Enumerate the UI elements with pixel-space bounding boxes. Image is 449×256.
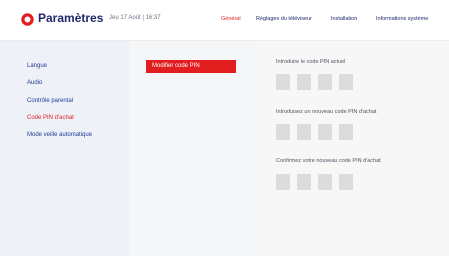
- new-pin-digit-4[interactable]: [339, 124, 353, 140]
- new-pin-label: Introduisez un nouveau code PIN d'achat: [276, 109, 377, 115]
- tab-installation[interactable]: Installation: [331, 16, 357, 22]
- confirm-pin-digit-2[interactable]: [297, 174, 311, 190]
- confirm-pin-digit-3[interactable]: [318, 174, 332, 190]
- current-pin-digit-1[interactable]: [276, 74, 290, 90]
- current-pin-label: Introduire le code PIN actuel: [276, 59, 346, 65]
- submenu-panel: [129, 41, 259, 256]
- new-pin-digit-1[interactable]: [276, 124, 290, 140]
- new-pin-digit-3[interactable]: [318, 124, 332, 140]
- sidebar: [0, 41, 129, 256]
- sidebar-item-parental-control[interactable]: Contrôle parental: [27, 98, 73, 104]
- datetime-label: Jeu 17 Août | 16:37: [109, 15, 161, 21]
- sidebar-item-purchase-pin[interactable]: Code PIN d'achat: [27, 115, 74, 121]
- modify-pin-button[interactable]: Modifier code PIN: [146, 60, 236, 73]
- orange-ring-logo-icon: [21, 13, 34, 26]
- sidebar-item-language[interactable]: Langue: [27, 63, 47, 69]
- sidebar-item-auto-standby[interactable]: Mode veille automatique: [27, 132, 92, 138]
- new-pin-digit-2[interactable]: [297, 124, 311, 140]
- confirm-pin-digit-4[interactable]: [339, 174, 353, 190]
- confirm-pin-digit-1[interactable]: [276, 174, 290, 190]
- current-pin-digit-4[interactable]: [339, 74, 353, 90]
- page-title: Paramètres: [38, 11, 104, 25]
- top-bar: Paramètres Jeu 17 Août | 16:37 Général R…: [0, 0, 449, 41]
- settings-screen: Paramètres Jeu 17 Août | 16:37 Général R…: [0, 0, 449, 256]
- current-pin-digit-3[interactable]: [318, 74, 332, 90]
- sidebar-item-audio[interactable]: Audio: [27, 80, 42, 86]
- tab-system-info[interactable]: Informations système: [376, 16, 428, 22]
- confirm-pin-label: Confirmez votre nouveau code PIN d'achat: [276, 158, 381, 164]
- current-pin-digit-2[interactable]: [297, 74, 311, 90]
- tab-general[interactable]: Général: [221, 16, 241, 22]
- tab-tv-settings[interactable]: Réglages du téléviseur: [256, 16, 312, 22]
